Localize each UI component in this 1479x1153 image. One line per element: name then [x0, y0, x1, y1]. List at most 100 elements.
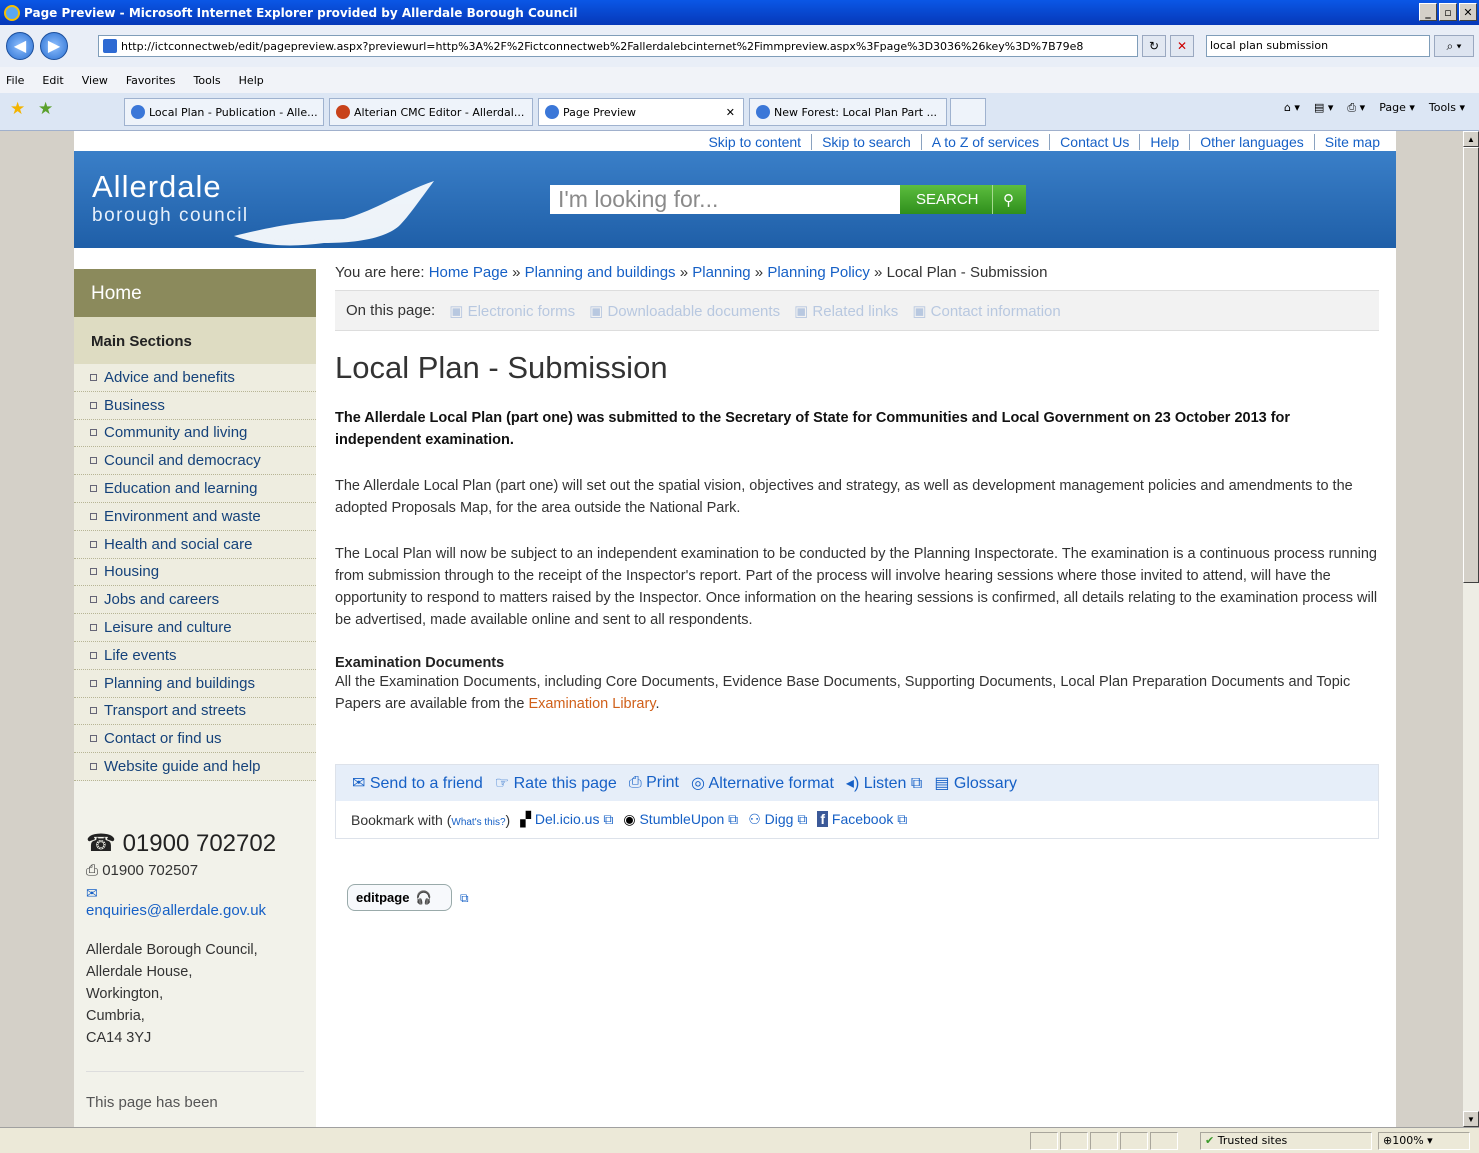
scroll-down-icon[interactable]: ▼ [1463, 1111, 1479, 1127]
menu-view[interactable]: View [82, 74, 108, 87]
menu-file[interactable]: File [6, 74, 24, 87]
onpage-related-links[interactable]: ▣ Related links [794, 302, 898, 320]
add-favorite-icon[interactable]: ★ [38, 99, 53, 119]
a-to-z-link[interactable]: A to Z of services [920, 134, 1049, 150]
onpage-downloadable-documents[interactable]: ▣ Downloadable documents [589, 302, 780, 320]
refresh-icon[interactable]: ↻ [1142, 35, 1166, 57]
nav-contact-or-find-us[interactable]: Contact or find us [74, 725, 316, 754]
exam-text: All the Examination Documents, including… [335, 674, 1351, 712]
crumb-planning-and-buildings[interactable]: Planning and buildings [525, 264, 676, 281]
page-tools: ✉ Send to a friend ☞ Rate this page ⎙ Pr… [335, 764, 1379, 839]
onpage-contact-information[interactable]: ▣ Contact information [912, 302, 1060, 320]
page-menu[interactable]: Page ▾ [1379, 101, 1415, 115]
zoom-control[interactable]: ⊕100% ▾ [1378, 1132, 1470, 1150]
onpage-electronic-forms[interactable]: ▣ Electronic forms [449, 302, 575, 320]
contact-us-link[interactable]: Contact Us [1049, 134, 1139, 150]
alternative-format-link[interactable]: ◎ Alternative format [691, 773, 834, 793]
ie-logo-icon [4, 4, 20, 21]
nav-community-and-living[interactable]: Community and living [74, 419, 316, 448]
stumbleupon-link[interactable]: ◉ StumbleUpon ⧉ [623, 811, 738, 828]
top-links: Skip to content Skip to search A to Z of… [698, 134, 1390, 150]
menu-help[interactable]: Help [239, 74, 264, 87]
crumb-planning-policy[interactable]: Planning Policy [767, 264, 870, 281]
nav-website-guide-and-help[interactable]: Website guide and help [74, 753, 316, 781]
address-line: CA14 3YJ [86, 1030, 152, 1046]
close-tab-icon[interactable]: ✕ [726, 106, 735, 119]
nav-business[interactable]: Business [74, 391, 316, 420]
bullet-icon [90, 568, 97, 576]
tab-new-forest[interactable]: New Forest: Local Plan Part ... [749, 98, 947, 126]
onpage-label: Related links [812, 302, 899, 320]
crumb-planning[interactable]: Planning [692, 264, 750, 281]
mail-icon: ✉ [352, 775, 366, 792]
nav-environment-and-waste[interactable]: Environment and waste [74, 502, 316, 531]
close-icon[interactable]: ✕ [1459, 3, 1477, 21]
glossary-link[interactable]: ▤ Glossary [934, 773, 1017, 793]
print-icon[interactable]: ⎙ ▾ [1347, 101, 1365, 115]
stop-icon[interactable]: ✕ [1170, 35, 1194, 57]
new-tab-button[interactable] [950, 98, 986, 126]
skip-to-search-link[interactable]: Skip to search [811, 134, 921, 150]
examination-library-link[interactable]: Examination Library [528, 696, 655, 712]
nav-life-events[interactable]: Life events [74, 641, 316, 670]
facebook-link[interactable]: f Facebook ⧉ [817, 811, 907, 828]
facebook-icon: f [817, 811, 828, 827]
home-link[interactable]: Home [74, 269, 316, 317]
tab-local-plan-publication[interactable]: Local Plan - Publication - Alle... [124, 98, 324, 126]
rate-page-link[interactable]: ☞ Rate this page [495, 773, 617, 793]
home-icon[interactable]: ⌂ ▾ [1284, 101, 1300, 115]
menu-edit[interactable]: Edit [42, 74, 63, 87]
forward-icon[interactable]: ▶ [40, 32, 68, 60]
nav-transport-and-streets[interactable]: Transport and streets [74, 697, 316, 726]
nav-leisure-and-culture[interactable]: Leisure and culture [74, 614, 316, 642]
print-link[interactable]: ⎙ Print [629, 774, 679, 792]
nav-advice-and-benefits[interactable]: Advice and benefits [74, 364, 316, 392]
bookmark-site-label: StumbleUpon [639, 811, 725, 827]
tools-menu[interactable]: Tools ▾ [1429, 101, 1465, 115]
search-input[interactable]: local plan submission [1206, 35, 1430, 57]
email-link[interactable]: enquiries@allerdale.gov.uk [86, 902, 304, 919]
site-search-input[interactable]: I'm looking for... [550, 185, 900, 214]
nav-jobs-and-careers[interactable]: Jobs and careers [74, 586, 316, 615]
tool-label: Glossary [953, 775, 1018, 792]
editpage-button[interactable]: editpage 🎧 [347, 884, 452, 911]
whats-this-link[interactable]: What's this? [451, 817, 505, 828]
phone-row: ☎ 01900 702702 [86, 829, 304, 858]
site-map-link[interactable]: Site map [1313, 134, 1390, 150]
menu-tools[interactable]: Tools [194, 74, 221, 87]
nav-education-and-learning[interactable]: Education and learning [74, 475, 316, 503]
address-value: http://ictconnectweb/edit/pagepreview.as… [121, 39, 1084, 53]
logo-title[interactable]: Allerdale [92, 169, 222, 205]
nav-council-and-democracy[interactable]: Council and democracy [74, 447, 316, 476]
search-icon[interactable]: ⌕ ▾ [1434, 35, 1474, 57]
menu-favorites[interactable]: Favorites [126, 74, 176, 87]
nav-housing[interactable]: Housing [74, 558, 316, 587]
delicious-link[interactable]: ▞ Del.icio.us ⧉ [520, 811, 613, 828]
security-zone[interactable]: ✔ Trusted sites [1200, 1132, 1372, 1150]
vertical-scrollbar[interactable]: ▲ ▼ [1463, 131, 1479, 1127]
nav-label: Jobs and careers [104, 591, 220, 609]
paragraph-1: The Allerdale Local Plan (part one) will… [335, 478, 1353, 516]
nav-label: Business [104, 396, 165, 414]
scroll-up-icon[interactable]: ▲ [1463, 131, 1479, 147]
other-languages-link[interactable]: Other languages [1189, 134, 1314, 150]
back-icon[interactable]: ◀ [6, 32, 34, 60]
send-to-friend-link[interactable]: ✉ Send to a friend [352, 773, 483, 793]
feeds-icon[interactable]: ▤ ▾ [1314, 101, 1333, 115]
external-link-icon[interactable]: ⧉ [460, 891, 469, 906]
nav-planning-and-buildings[interactable]: Planning and buildings [74, 669, 316, 698]
address-input[interactable]: http://ictconnectweb/edit/pagepreview.as… [98, 35, 1138, 57]
scroll-thumb[interactable] [1463, 147, 1479, 583]
maximize-icon[interactable]: ▫ [1439, 3, 1457, 21]
help-link[interactable]: Help [1139, 134, 1189, 150]
favorites-star-icon[interactable]: ★ [10, 99, 25, 119]
crumb-home-page[interactable]: Home Page [429, 264, 508, 281]
listen-link[interactable]: ◂) Listen ⧉ [846, 773, 922, 793]
nav-health-and-social-care[interactable]: Health and social care [74, 530, 316, 559]
digg-link[interactable]: ⚇ Digg ⧉ [748, 811, 807, 828]
search-button[interactable]: SEARCH ⚲ [900, 185, 1026, 214]
tab-page-preview[interactable]: Page Preview ✕ [538, 98, 744, 126]
tab-alterian-cmc[interactable]: Alterian CMC Editor - Allerdal... [329, 98, 533, 126]
minimize-icon[interactable]: _ [1419, 3, 1437, 21]
skip-to-content-link[interactable]: Skip to content [698, 134, 811, 150]
